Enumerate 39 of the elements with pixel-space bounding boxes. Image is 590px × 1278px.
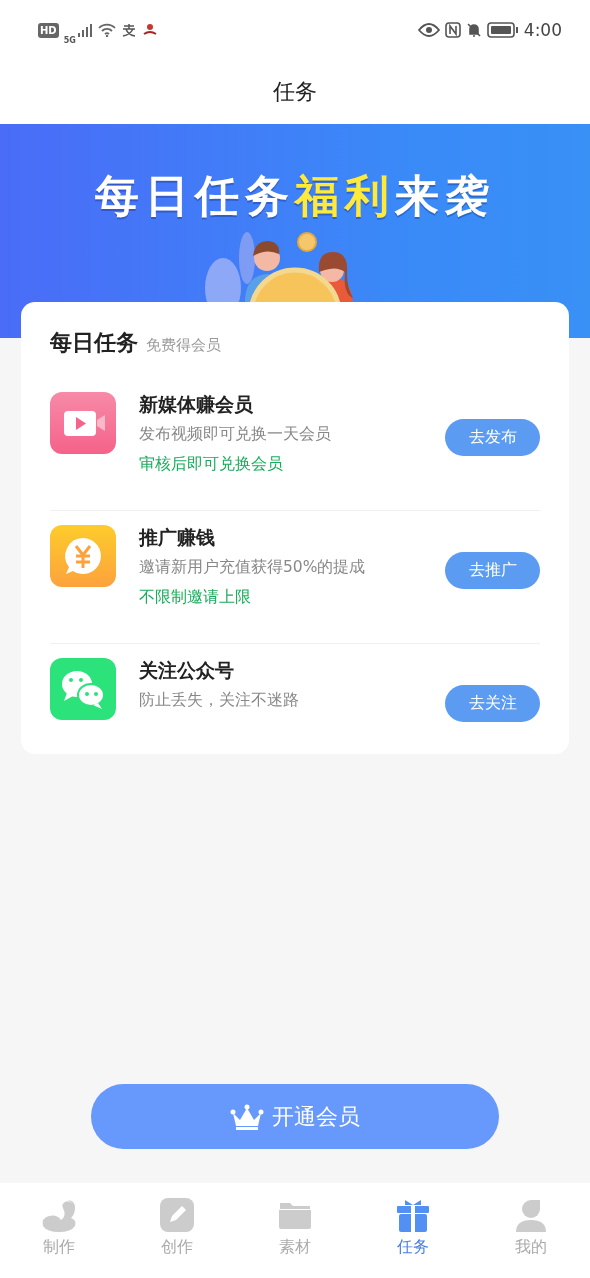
eye-icon [417, 23, 440, 37]
tab-item[interactable]: 素材 [236, 1197, 354, 1278]
status-time: 4:00 [523, 20, 562, 40]
person-icon [515, 1197, 547, 1233]
tab-item[interactable]: 创作 [118, 1197, 236, 1278]
task-title: 推广赚钱 [139, 525, 216, 549]
task-note: 不限制邀请上限 [139, 587, 252, 608]
payment-app-icon [120, 23, 137, 37]
yuan-coin-icon [50, 525, 116, 587]
app-notification-icon [141, 23, 158, 37]
task-title: 新媒体赚会员 [139, 392, 254, 416]
network-label: 5G [63, 36, 76, 45]
task-note: 审核后即可兑换会员 [139, 454, 284, 475]
banner-headline: 每日任务福利来袭 [95, 169, 495, 223]
page-title: 任务 [273, 78, 317, 106]
signal-icon [76, 23, 93, 37]
section-title: 每日任务 [50, 329, 138, 357]
crown-icon [230, 1103, 264, 1130]
video-camera-icon [50, 392, 116, 454]
task-action-button[interactable]: 去发布 [445, 419, 540, 456]
nfc-icon [444, 22, 461, 38]
tab-item[interactable]: 任务 [354, 1197, 472, 1278]
pencil-icon [160, 1197, 194, 1233]
task-title: 关注公众号 [139, 658, 235, 682]
task-description: 防止丢失，关注不迷路 [139, 690, 300, 711]
gift-icon [396, 1197, 430, 1233]
chat-bubbles-icon [50, 658, 116, 720]
wifi-icon [97, 23, 116, 37]
task-action-button[interactable]: 去关注 [445, 685, 540, 722]
task-description: 发布视频即可兑换一天会员 [139, 424, 332, 445]
tab-item[interactable]: 制作 [0, 1197, 118, 1278]
section-subtitle: 免费得会员 [146, 336, 221, 355]
tab-item[interactable]: 我的 [472, 1197, 590, 1278]
task-description: 邀请新用户充值获得50%的提成 [139, 557, 367, 578]
bell-off-icon [465, 22, 482, 38]
hd-badge: HD [38, 22, 59, 38]
membership-button[interactable]: 开通会员 [91, 1084, 499, 1149]
task-action-button[interactable]: 去推广 [445, 552, 540, 589]
battery-icon [486, 22, 519, 38]
